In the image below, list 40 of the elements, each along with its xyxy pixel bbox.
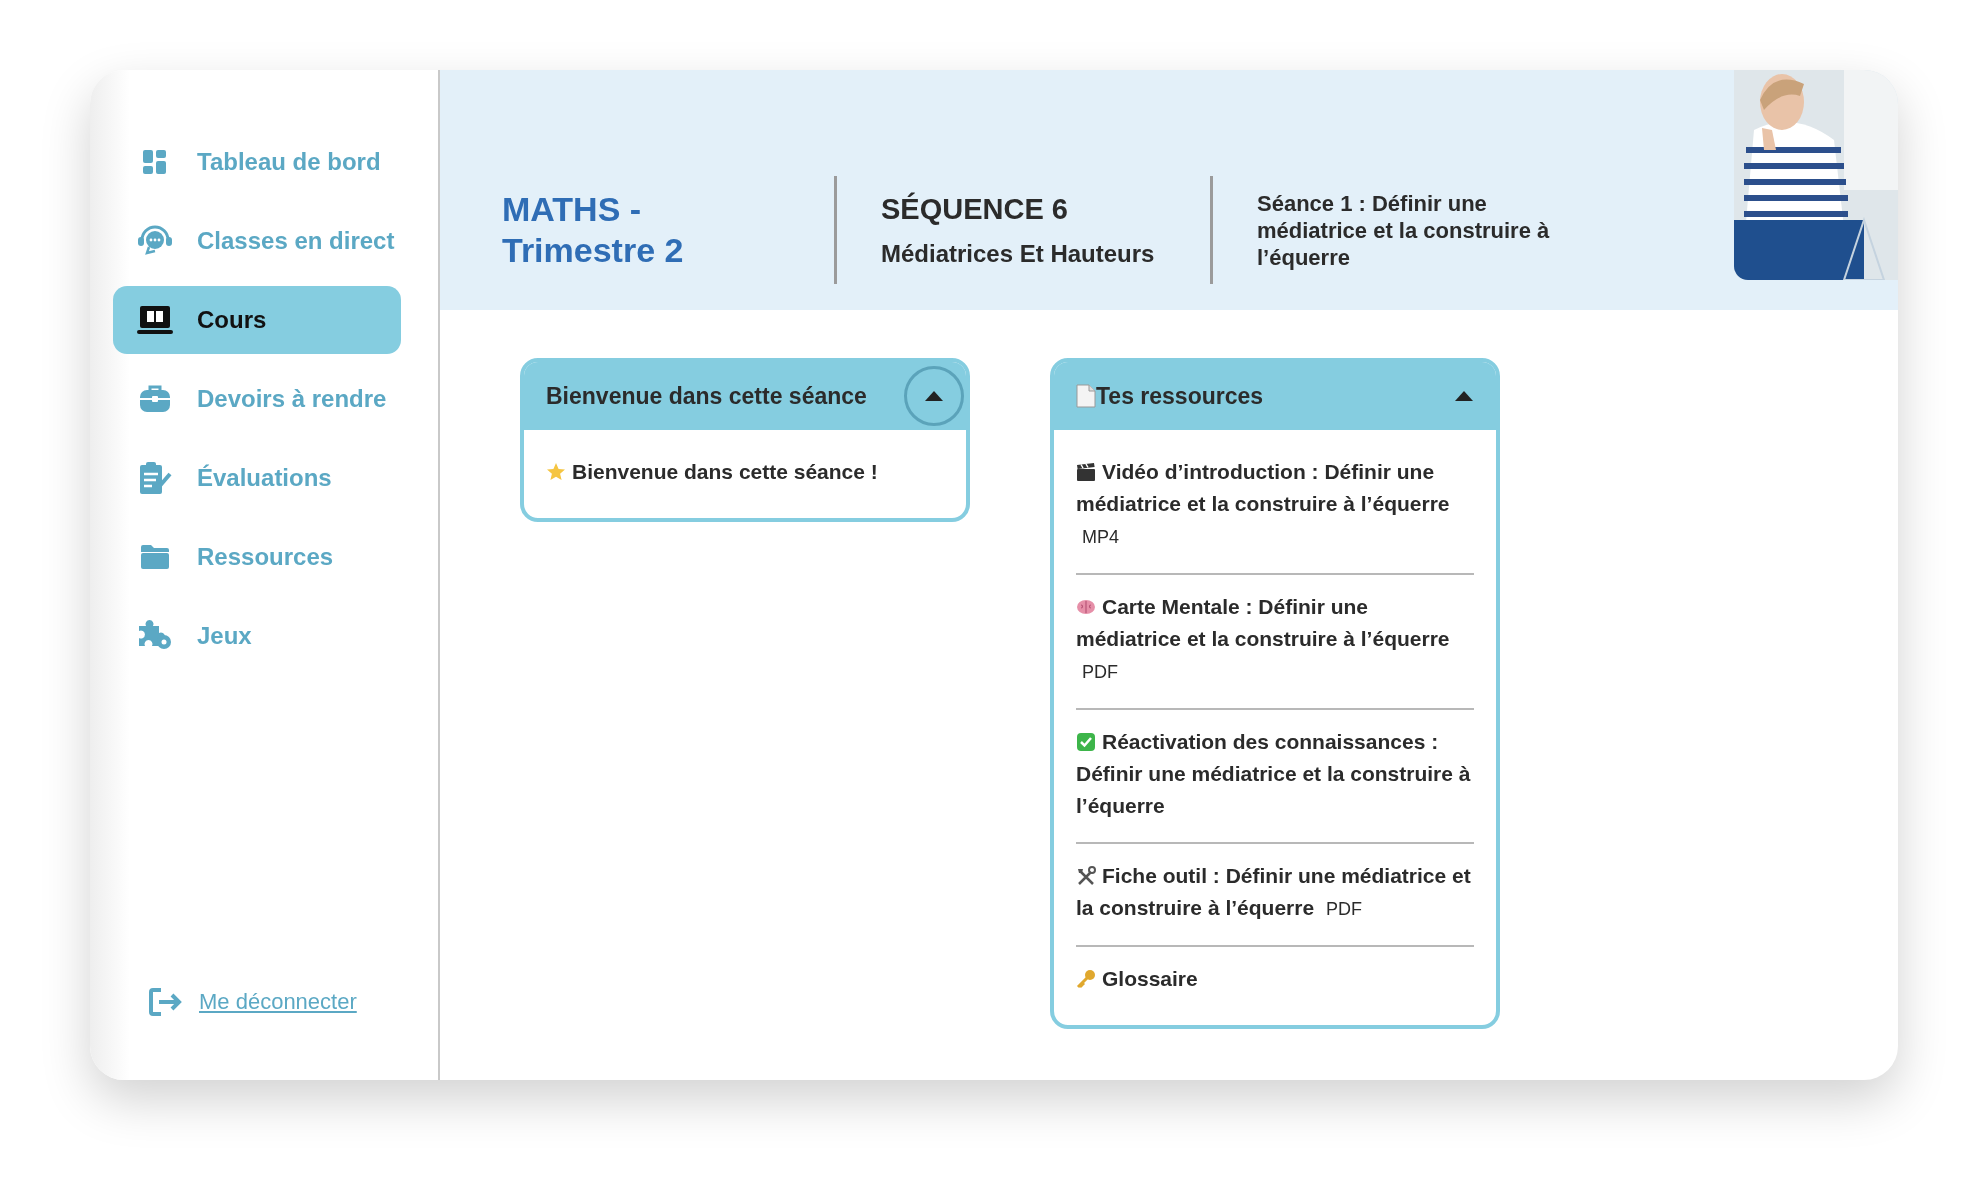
headset-icon (137, 225, 173, 257)
nav-item[interactable]: Évaluations (113, 444, 401, 512)
resource-link[interactable]: Glossaire (1076, 947, 1474, 1015)
nav-item[interactable]: Classes en direct (113, 207, 401, 275)
nav-item[interactable]: Tableau de bord (113, 128, 401, 196)
resource-link[interactable]: Fiche outil : Définir une médiatrice et la construire à l’équerre PDF (1076, 844, 1474, 947)
tools-icon (1076, 866, 1096, 886)
clipboard-icon (138, 461, 172, 495)
folder-icon (140, 544, 170, 570)
card-title: Bienvenue dans cette séance (546, 382, 868, 410)
file-format: PDF (1081, 662, 1118, 682)
key-icon (1076, 969, 1096, 989)
checkmark-icon (1076, 732, 1096, 752)
laptop-icon (137, 305, 173, 335)
resource-link[interactable]: Carte Mentale : Définir une médiatrice et la construire à l’équerre PDF (1076, 575, 1474, 710)
sequence-title: Médiatrices Et Hauteurs (881, 239, 1156, 268)
resource-link[interactable]: Réactivation des connaissances : Définir une médiatrice et la construire à l’équerre (1076, 710, 1474, 844)
welcome-text: Bienvenue dans cette séance ! (546, 440, 944, 508)
card-title: Tes ressources (1076, 382, 1434, 410)
file-format: MP4 (1081, 527, 1119, 547)
caret-up-icon[interactable] (1454, 390, 1474, 402)
sequence-number: SÉQUENCE 6 (881, 192, 1069, 226)
briefcase-icon (139, 384, 171, 414)
clapperboard-icon (1076, 462, 1096, 482)
logout-link[interactable]: Me déconnecter (199, 989, 357, 1015)
nav-item[interactable]: Cours (113, 286, 401, 354)
puzzle-icon (137, 620, 173, 652)
file-format: PDF (1324, 899, 1362, 919)
document-icon (1076, 384, 1096, 408)
course-title: MATHS - Trimestre 2 (502, 189, 685, 271)
session-title: Séance 1 : Définir une médiatrice et la construire à l’équerre (1256, 189, 1551, 271)
brain-icon (1076, 597, 1096, 617)
grid-icon (142, 149, 168, 175)
caret-up-icon[interactable] (924, 390, 944, 402)
star-icon (546, 462, 566, 482)
resource-link[interactable]: Vidéo d’introduction : Définir une médiatrice et la construire à l’équerre MP4 (1076, 440, 1474, 575)
nav-item[interactable]: Devoirs à rendre (113, 365, 401, 433)
nav-item[interactable]: Ressources (113, 523, 401, 591)
nav-item[interactable]: Jeux (113, 602, 401, 670)
collapse-button[interactable] (904, 366, 964, 426)
